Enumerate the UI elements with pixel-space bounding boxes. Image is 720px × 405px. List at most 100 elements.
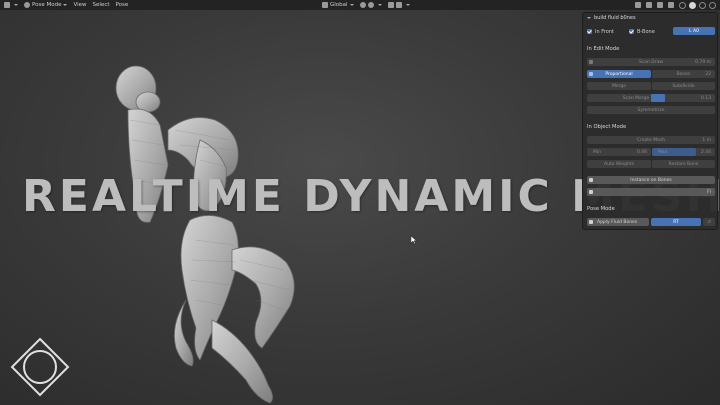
chevron-down-icon [14,4,18,6]
menu-select-label: Select [92,2,110,8]
max-field[interactable]: Max 2.44 [652,148,715,156]
chevron-down-icon [405,4,410,6]
symmetrize-button[interactable]: Symmetrize [587,106,715,114]
editor-type-button[interactable] [4,0,18,10]
mode-selector[interactable]: Pose Mode [24,0,68,10]
bbone-label: B-Bone [637,28,655,35]
bones-count-field[interactable]: Bones 22 [652,70,715,78]
apply-fluid-bones-label: Apply Fluid Bones [597,219,638,225]
auto-weights-label: Auto Weights [604,161,634,167]
instance-on-bones-button[interactable]: Instance on Bones [587,176,715,184]
scan-draw-label: Scan Draw [638,59,664,65]
chevron-down-icon [63,4,68,6]
menu-view[interactable]: View [73,0,86,10]
wireframe-shading-icon[interactable] [679,1,686,9]
orientation-label: Global [330,2,348,8]
viewport-icon [4,2,10,8]
rt-toggle[interactable]: RT [651,218,701,226]
scan-draw-field[interactable]: Scan Draw 0.79 m [587,58,715,66]
fluid-icon [589,190,593,194]
reset-button[interactable]: ↺ [703,218,715,226]
layer-button[interactable]: L A0 [673,27,715,35]
menu-select[interactable]: Select [93,0,110,10]
shading-controls [635,0,716,10]
pose-mode-icon [24,2,30,8]
create-mesh-label: Create Mesh [636,137,666,143]
proportional-icon [589,72,593,76]
create-mesh-value: 1 m [702,137,711,143]
material-shading-icon[interactable] [699,1,706,9]
fl-button[interactable]: Fl [587,188,715,196]
subdivide-button[interactable]: Subdivide [652,82,715,90]
viewport-header: Pose Mode View Select Pose Global [0,0,720,10]
subdivide-label: Subdivide [672,83,695,89]
magnet-icon [387,2,394,8]
solid-shading-icon[interactable] [689,1,696,9]
apply-icon [589,220,593,224]
min-value: 0.46 [636,149,647,155]
pencil-icon [589,60,593,64]
merge-button[interactable]: Merge [587,82,651,90]
edit-mode-heading: In Edit Mode [587,46,620,52]
scan-merge-label: Scan Merge [622,95,650,101]
slider-fill [651,94,665,102]
checkbox-checked-icon [587,29,592,34]
scan-merge-slider[interactable]: Scan Merge 0.13 [587,94,715,102]
overlay-title: REALTIME DYNAMIC MESH [22,171,720,222]
layer-button-label: L A0 [689,28,699,34]
orientation-icon [322,2,328,8]
merge-label: Merge [611,83,627,89]
scan-draw-value: 0.79 m [695,59,711,65]
min-label: Min [593,149,601,155]
menu-view-label: View [73,2,87,8]
xray-icon[interactable] [668,2,674,8]
mode-label: Pose Mode [32,2,62,8]
panel-header[interactable]: build fluid b0nes [583,13,717,23]
restore-bone-button[interactable]: Restore Bone [652,160,715,168]
create-mesh-field[interactable]: Create Mesh 1 m [587,136,715,144]
visibility-icon[interactable] [635,2,641,8]
pose-mode-heading: Pose Mode [587,206,615,212]
fluid-bones-panel: build fluid b0nes In Front B-Bone L A0 I… [582,12,718,230]
menu-pose[interactable]: Pose [116,0,129,10]
rendered-shading-icon[interactable] [709,1,716,9]
max-value: 2.44 [700,149,711,155]
proportional-label: Proportional [605,71,633,77]
fl-label: Fl [707,189,711,195]
rt-label: RT [673,219,679,225]
proportional-toggle[interactable]: Proportional [587,70,651,78]
chevron-down-icon [587,17,591,19]
auto-weights-button[interactable]: Auto Weights [587,160,651,168]
menu-pose-label: Pose [115,2,129,8]
instance-icon [589,178,593,182]
in-front-label: In Front [595,28,614,35]
pivot-selector[interactable] [359,0,382,10]
instance-on-bones-label: Instance on Bones [630,177,672,183]
transform-controls: Global [322,0,416,10]
bones-value: 22 [705,71,711,77]
in-front-checkbox[interactable]: In Front [587,29,629,35]
proportional-selector[interactable] [387,0,410,10]
chevron-down-icon [377,4,382,6]
mouse-cursor-icon [411,236,417,244]
reset-icon: ↺ [707,219,711,225]
chevron-down-icon [349,4,354,6]
scan-merge-value: 0.13 [700,95,711,101]
checkbox-checked-icon [629,29,634,34]
symmetrize-label: Symmetrize [637,107,665,113]
panel-title: build fluid b0nes [594,15,636,21]
navigation-gizmo-icon[interactable] [10,337,70,397]
apply-fluid-bones-button[interactable]: Apply Fluid Bones [587,218,649,226]
max-label: Max [658,149,668,155]
bones-label: Bones [676,71,691,77]
pivot-icon [359,2,366,8]
snap-icon [367,2,374,8]
overlay-icon[interactable] [657,2,663,8]
grid-icon [395,2,402,8]
bbone-checkbox[interactable]: B-Bone [629,29,673,35]
gizmo-icon[interactable] [646,2,652,8]
object-mode-heading: In Object Mode [587,124,627,130]
orientation-selector[interactable]: Global [322,0,354,10]
min-field[interactable]: Min 0.46 [587,148,651,156]
restore-bone-label: Restore Bone [668,161,699,167]
